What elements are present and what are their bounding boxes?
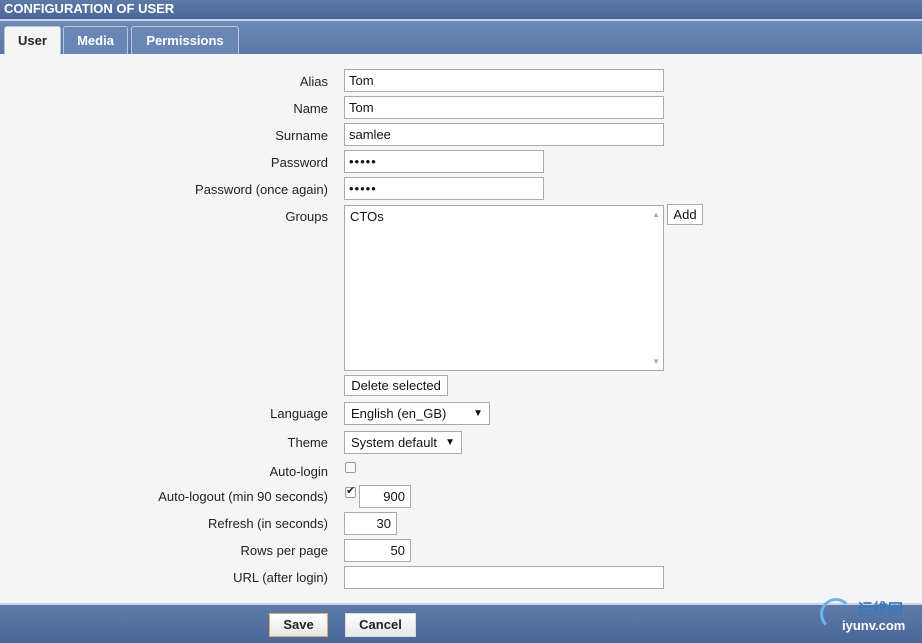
scroll-down-icon[interactable]: ▼ — [652, 357, 660, 366]
surname-input[interactable]: samlee — [344, 123, 664, 146]
password-label: Password — [270, 155, 328, 170]
rows-input[interactable]: 50 — [344, 539, 411, 562]
alias-input[interactable]: Tom — [344, 69, 664, 92]
rows-label: Rows per page — [240, 543, 328, 558]
password-again-label: Password (once again) — [195, 182, 328, 197]
save-button[interactable]: Save — [269, 613, 328, 637]
language-label: Language — [270, 406, 328, 421]
chevron-down-icon: ▼ — [445, 437, 455, 448]
theme-select[interactable]: System default ▼ — [344, 431, 462, 454]
password-input[interactable]: ••••• — [344, 150, 544, 173]
watermark-logo: 运维网 iyunv.com — [820, 596, 920, 641]
language-select[interactable]: English (en_GB) ▼ — [344, 402, 490, 425]
tab-media[interactable]: Media — [63, 26, 128, 54]
password-again-input[interactable]: ••••• — [344, 177, 544, 200]
alias-label: Alias — [299, 74, 328, 89]
tab-user[interactable]: User — [4, 26, 61, 55]
add-group-button[interactable]: Add — [667, 204, 703, 225]
autologin-checkbox[interactable] — [345, 462, 356, 473]
page-header: CONFIGURATION OF USER — [0, 0, 922, 19]
url-input[interactable] — [344, 566, 664, 589]
tab-permissions[interactable]: Permissions — [131, 26, 239, 54]
url-label: URL (after login) — [233, 570, 328, 585]
tab-bar: User Media Permissions — [0, 21, 922, 55]
refresh-input[interactable]: 30 — [344, 512, 397, 535]
name-label: Name — [293, 101, 328, 116]
autologout-checkbox[interactable]: ✔ — [345, 485, 356, 498]
language-value: English (en_GB) — [351, 406, 447, 421]
theme-value: System default — [351, 435, 437, 450]
watermark-en: iyunv.com — [842, 618, 906, 633]
autologout-input[interactable]: 900 — [359, 485, 411, 508]
delete-selected-button[interactable]: Delete selected — [344, 375, 448, 396]
chevron-down-icon: ▼ — [473, 408, 483, 419]
scroll-up-icon[interactable]: ▲ — [652, 210, 660, 219]
check-icon: ✔ — [346, 485, 356, 497]
autologin-label: Auto-login — [269, 464, 328, 479]
cancel-button[interactable]: Cancel — [345, 613, 416, 637]
groups-label: Groups — [285, 209, 328, 224]
page-title: CONFIGURATION OF USER — [4, 1, 175, 16]
name-input[interactable]: Tom — [344, 96, 664, 119]
footer-bar: Save Cancel — [0, 605, 922, 643]
autologout-label: Auto-logout (min 90 seconds) — [158, 489, 328, 504]
surname-label: Surname — [275, 128, 328, 143]
theme-label: Theme — [287, 435, 328, 450]
groups-listbox[interactable]: CTOs ▲ ▼ — [344, 205, 664, 371]
watermark-cn: 运维网 — [858, 601, 904, 618]
group-item[interactable]: CTOs — [350, 209, 384, 224]
refresh-label: Refresh (in seconds) — [208, 516, 328, 531]
